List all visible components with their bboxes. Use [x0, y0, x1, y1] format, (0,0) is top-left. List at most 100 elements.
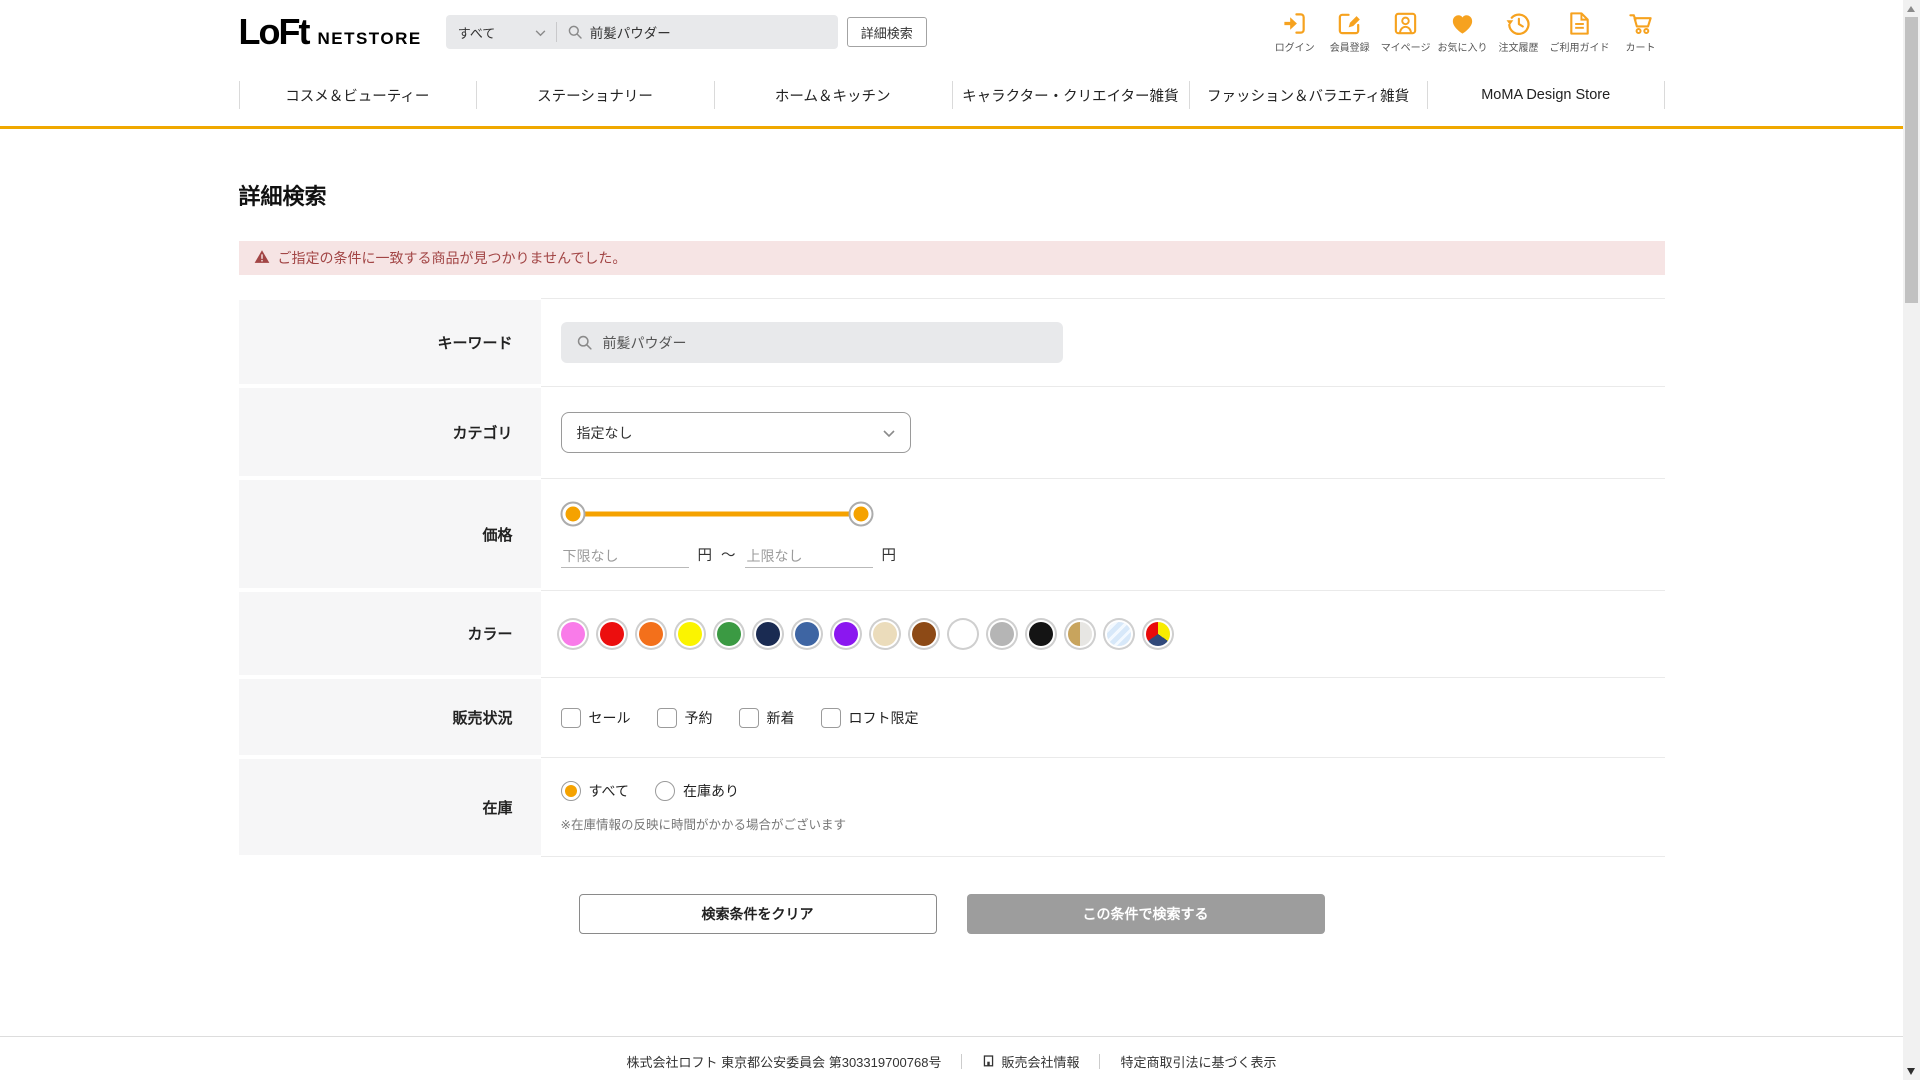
color-swatches	[560, 622, 1170, 646]
chevron-down-icon	[535, 25, 546, 40]
loft-logo[interactable]: LoFt NETSTORE	[239, 11, 422, 53]
price-label: 価格	[238, 478, 541, 590]
color-swatch-white[interactable]	[950, 622, 975, 646]
no-results-message: ご指定の条件に一致する商品が見つかりませんでした。	[277, 250, 627, 266]
form-row-stock: 在庫 すべて 在庫あり ※在庫情報の反映に時間がかかる場合がございます	[238, 757, 1665, 857]
cart-label: カート	[1625, 43, 1656, 54]
search-icon	[576, 334, 593, 356]
radio-stock-all-label: すべて	[588, 783, 629, 799]
checkbox-loft-exclusive[interactable]: ロフト限定	[820, 707, 919, 728]
favorites-link[interactable]: お気に入り	[1438, 10, 1488, 54]
form-row-category: カテゴリ 指定なし	[238, 386, 1665, 478]
color-swatch-black[interactable]	[1028, 622, 1053, 646]
form-row-sales-status: 販売状況 セール 予約 新着 ロフト限定	[238, 677, 1665, 757]
scrollbar-up-arrow-icon[interactable]	[1907, 6, 1915, 12]
color-swatch-red[interactable]	[599, 622, 624, 646]
price-unit-min: 円	[697, 548, 713, 564]
color-swatch-beige[interactable]	[872, 622, 897, 646]
search-category-value: すべて	[457, 25, 496, 41]
search-icon	[567, 24, 583, 40]
vertical-scrollbar[interactable]	[1903, 0, 1920, 1080]
nav-item-character[interactable]: キャラクター・クリエイター雑貨	[952, 64, 1190, 126]
footer-company-info-link[interactable]: 販売会社情報	[982, 1052, 1079, 1071]
color-swatch-navy[interactable]	[755, 622, 780, 646]
header-search-input[interactable]	[589, 24, 810, 40]
page-title: 詳細検索	[238, 184, 327, 209]
mypage-icon	[1392, 10, 1419, 37]
nav-item-home-kitchen[interactable]: ホーム＆キッチン	[714, 64, 952, 126]
category-select[interactable]: 指定なし	[560, 412, 911, 453]
price-max-input[interactable]	[744, 545, 873, 568]
slider-track	[572, 511, 861, 517]
color-swatch-green[interactable]	[716, 622, 741, 646]
color-swatch-clear[interactable]	[1106, 622, 1131, 646]
color-swatch-multicolor[interactable]	[1145, 622, 1170, 646]
guide-icon	[1566, 10, 1593, 37]
order-history-label: 注文履歴	[1498, 43, 1539, 54]
order-history-link[interactable]: 注文履歴	[1495, 10, 1543, 54]
color-swatch-purple[interactable]	[833, 622, 858, 646]
warning-icon	[254, 249, 270, 267]
nav-item-cosmetics[interactable]: コスメ＆ビューティー	[239, 64, 477, 126]
price-min-input[interactable]	[560, 545, 689, 568]
guide-link[interactable]: ご利用ガイド	[1550, 10, 1610, 54]
nav-item-stationery[interactable]: ステーショナリー	[476, 64, 714, 126]
checkbox-sale[interactable]: セール	[560, 707, 631, 728]
scrollbar-thumb[interactable]	[1905, 17, 1918, 303]
login-icon	[1281, 10, 1308, 37]
footer-separator	[961, 1054, 963, 1069]
footer-legal-label: 特定商取引法に基づく表示	[1120, 1055, 1277, 1070]
price-range-slider[interactable]	[560, 501, 873, 527]
color-swatch-pink[interactable]	[560, 622, 585, 646]
checkbox-new-box[interactable]	[738, 707, 759, 728]
color-swatch-yellow[interactable]	[677, 622, 702, 646]
login-link[interactable]: ログイン	[1271, 10, 1319, 54]
header-search-bar: すべて	[445, 15, 838, 49]
sales-status-label: 販売状況	[238, 677, 541, 757]
checkbox-preorder[interactable]: 予約	[656, 707, 713, 728]
checkbox-new[interactable]: 新着	[738, 707, 795, 728]
slider-handle-min[interactable]	[560, 501, 585, 527]
checkbox-loft-exclusive-box[interactable]	[820, 707, 841, 728]
keyword-input[interactable]	[560, 322, 1063, 363]
color-swatch-brown[interactable]	[911, 622, 936, 646]
category-label: カテゴリ	[238, 386, 541, 478]
cart-link[interactable]: カート	[1617, 10, 1665, 54]
slider-handle-max[interactable]	[848, 501, 873, 527]
form-row-color: カラー	[238, 590, 1665, 677]
form-actions: 検索条件をクリア この条件で検索する	[239, 894, 1665, 934]
radio-in-stock[interactable]: 在庫あり	[654, 781, 739, 801]
stock-note: ※在庫情報の反映に時間がかかる場合がございます	[560, 818, 846, 832]
radio-in-stock-button[interactable]	[654, 781, 675, 801]
radio-in-stock-label: 在庫あり	[682, 783, 739, 799]
checkbox-preorder-box[interactable]	[656, 707, 677, 728]
checkbox-sale-label: セール	[588, 709, 631, 726]
color-swatch-blue[interactable]	[794, 622, 819, 646]
form-row-price: 価格 円 ～ 円	[238, 478, 1665, 590]
search-category-dropdown[interactable]: すべて	[446, 15, 556, 49]
footer-legal-link[interactable]: 特定商取引法に基づく表示	[1120, 1052, 1276, 1071]
color-swatch-orange[interactable]	[638, 622, 663, 646]
color-swatch-gray[interactable]	[989, 622, 1014, 646]
advanced-search-form: キーワード カテゴリ 指定なし	[238, 298, 1665, 857]
checkbox-sale-box[interactable]	[560, 707, 581, 728]
login-label: ログイン	[1274, 43, 1315, 54]
clear-conditions-button[interactable]: 検索条件をクリア	[578, 894, 937, 934]
search-with-conditions-button[interactable]: この条件で検索する	[966, 894, 1325, 934]
main-nav: コスメ＆ビューティー ステーショナリー ホーム＆キッチン キャラクター・クリエイ…	[0, 64, 1903, 126]
radio-stock-all-button[interactable]	[560, 781, 581, 801]
site-footer: 株式会社ロフト 東京都公安委員会 第303319700768号 販売会社情報 特…	[0, 1036, 1903, 1080]
logo-loft-text: LoFt	[238, 11, 311, 52]
radio-stock-all[interactable]: すべて	[560, 781, 629, 801]
color-swatch-metallic[interactable]	[1067, 622, 1092, 646]
price-unit-max: 円	[881, 548, 897, 564]
heart-icon	[1449, 10, 1476, 37]
scrollbar-down-arrow-icon[interactable]	[1907, 1068, 1915, 1075]
nav-item-fashion[interactable]: ファッション＆バラエティ雑貨	[1189, 64, 1427, 126]
mypage-link[interactable]: マイページ	[1381, 10, 1431, 54]
price-tilde: ～	[721, 548, 736, 564]
nav-item-moma[interactable]: MoMA Design Store	[1427, 64, 1665, 126]
color-label: カラー	[238, 590, 541, 677]
register-link[interactable]: 会員登録	[1326, 10, 1374, 54]
advanced-search-button[interactable]: 詳細検索	[846, 17, 927, 47]
